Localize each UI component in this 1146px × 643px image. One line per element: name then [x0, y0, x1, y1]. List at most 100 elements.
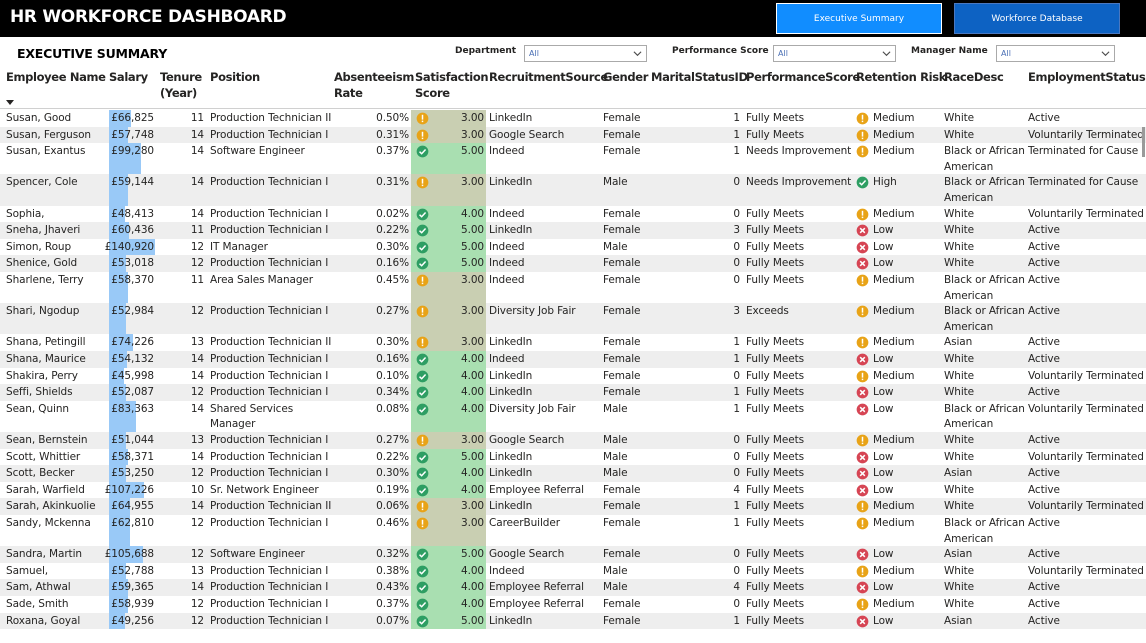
- section-title: EXECUTIVE SUMMARY: [17, 46, 168, 61]
- recruitment-source: LinkedIn: [489, 224, 533, 237]
- retention-risk: Medium: [873, 128, 915, 141]
- table-row[interactable]: Shana, Petingill £74,226 13 Production T…: [0, 334, 1146, 351]
- header-employment-status[interactable]: EmploymentStatus: [1028, 70, 1146, 86]
- recruitment-source: LinkedIn: [489, 386, 533, 399]
- table-row[interactable]: Seffi, Shields £52,087 12 Production Tec…: [0, 384, 1146, 401]
- header-satisfaction[interactable]: Satisfaction Score: [415, 70, 489, 101]
- performance-score: Fully Meets: [746, 500, 804, 513]
- marital-status-id: 1: [733, 500, 740, 513]
- employment-status: Terminated for Cause: [1028, 145, 1139, 158]
- header-performance-score[interactable]: PerformanceScore: [746, 70, 860, 86]
- performance-score: Fully Meets: [746, 517, 804, 529]
- table-row[interactable]: Scott, Becker £53,250 12 Production Tech…: [0, 465, 1146, 482]
- table-row[interactable]: Scott, Whittier £58,371 14 Production Te…: [0, 448, 1146, 466]
- performance-filter-value: All: [778, 49, 788, 58]
- employment-status: Active: [1028, 581, 1060, 594]
- chevron-down-icon: [633, 51, 642, 57]
- race: Black or African American: [944, 402, 1025, 431]
- header-salary[interactable]: Salary: [109, 70, 148, 86]
- salary: £51,044: [111, 434, 154, 446]
- header-employee-name[interactable]: Employee Name: [6, 70, 106, 86]
- table-row[interactable]: Shakira, Perry £45,998 14 Production Tec…: [0, 367, 1146, 385]
- employee-name: Spencer, Cole: [6, 176, 78, 189]
- vertical-scrollbar[interactable]: [1139, 110, 1146, 643]
- gender: Female: [603, 128, 641, 141]
- performance-filter-label: Performance Score: [672, 46, 769, 56]
- header-retention-risk[interactable]: Retention Risk: [856, 70, 946, 86]
- department-filter-dropdown[interactable]: All: [524, 45, 647, 62]
- executive-summary-button[interactable]: Executive Summary: [776, 3, 942, 34]
- recruitment-source: Google Search: [489, 434, 565, 446]
- header-position[interactable]: Position: [210, 70, 260, 86]
- tenure: 12: [190, 598, 204, 610]
- table-row[interactable]: Susan, Good £66,825 11 Production Techni…: [0, 110, 1146, 127]
- table-row[interactable]: Shari, Ngodup £52,984 12 Production Tech…: [0, 303, 1146, 335]
- header-tenure[interactable]: Tenure (Year): [160, 70, 202, 101]
- marital-status-id: 0: [733, 564, 740, 577]
- employment-status: Voluntarily Terminated: [1028, 207, 1144, 220]
- absenteeism-rate: 0.16%: [376, 257, 409, 270]
- header-recruitment-source[interactable]: RecruitmentSource: [489, 70, 608, 86]
- header-marital-status[interactable]: MaritalStatusID: [651, 70, 748, 86]
- table-row[interactable]: Susan, Exantus £99,280 14 Software Engin…: [0, 143, 1146, 175]
- gender: Female: [603, 500, 641, 513]
- table-row[interactable]: Sarah, Akinkuolie £64,955 14 Production …: [0, 498, 1146, 515]
- table-row[interactable]: Sean, Bernstein £51,044 13 Production Te…: [0, 432, 1146, 449]
- table-row[interactable]: Sharlene, Terry £58,370 11 Area Sales Ma…: [0, 272, 1146, 304]
- performance-score: Exceeds: [746, 305, 789, 318]
- header-absenteeism[interactable]: Absenteeism Rate: [334, 70, 414, 101]
- retention-risk: Low: [873, 548, 894, 561]
- marital-status-id: 4: [733, 581, 740, 594]
- race: Black or African American: [944, 176, 1025, 204]
- position: Production Technician I: [210, 614, 329, 627]
- retention-risk: Low: [873, 483, 894, 496]
- table-row[interactable]: Sarah, Warfield £107,226 10 Sr. Network …: [0, 481, 1146, 499]
- gender: Female: [603, 369, 641, 382]
- table-row[interactable]: Sade, Smith £58,939 12 Production Techni…: [0, 596, 1146, 613]
- performance-filter-dropdown[interactable]: All: [773, 45, 896, 62]
- sort-descending-icon[interactable]: [6, 100, 14, 105]
- table-row[interactable]: Sandra, Martin £105,688 12 Software Engi…: [0, 546, 1146, 563]
- race: White: [944, 434, 975, 446]
- table-row[interactable]: Simon, Roup £140,920 12 IT Manager 0.30%…: [0, 238, 1146, 256]
- satisfaction-score: 3.00: [461, 434, 484, 446]
- retention-risk: Medium: [873, 434, 915, 446]
- check-icon: [416, 258, 429, 270]
- gender: Female: [603, 386, 641, 399]
- table-row[interactable]: Sophia, Theamstern £48,413 14 Production…: [0, 205, 1146, 235]
- employee-name: Susan, Good: [6, 112, 72, 124]
- table-row[interactable]: Sam, Athwal £59,365 14 Production Techni…: [0, 579, 1146, 596]
- workforce-database-button[interactable]: Workforce Database: [954, 3, 1120, 34]
- check-icon: [416, 451, 429, 463]
- table-row[interactable]: Samuel, Maclennan £52,788 13 Production …: [0, 562, 1146, 592]
- employment-status: Active: [1028, 467, 1060, 480]
- table-row[interactable]: Sean, Quinn £83,363 14 Shared Services M…: [0, 400, 1146, 432]
- table-row[interactable]: Sandy, Mckenna £62,810 12 Production Tec…: [0, 515, 1146, 547]
- header-gender[interactable]: Gender: [603, 70, 648, 86]
- warning-icon: [856, 208, 869, 220]
- absenteeism-rate: 0.22%: [376, 224, 409, 237]
- retention-risk: Medium: [873, 598, 915, 610]
- header-race[interactable]: RaceDesc: [944, 70, 1004, 86]
- table-row[interactable]: Spencer, Cole £59,144 14 Production Tech…: [0, 174, 1146, 206]
- performance-score: Fully Meets: [746, 240, 804, 253]
- table-row[interactable]: Shenice, Gold £53,018 12 Production Tech…: [0, 255, 1146, 272]
- table-row[interactable]: Shana, Maurice £54,132 14 Production Tec…: [0, 351, 1146, 368]
- table-row[interactable]: Sneha, Jhaveri £60,436 11 Production Tec…: [0, 222, 1146, 239]
- employee-name: Shakira, Perry: [6, 369, 78, 382]
- marital-status-id: 0: [733, 274, 740, 286]
- check-icon: [416, 353, 429, 366]
- performance-score: Fully Meets: [746, 564, 804, 577]
- retention-risk: Low: [873, 224, 894, 237]
- performance-score: Fully Meets: [746, 450, 804, 463]
- scrollbar-thumb[interactable]: [1142, 127, 1145, 157]
- race: Black or African American: [944, 517, 1025, 545]
- marital-status-id: 3: [733, 224, 740, 237]
- retention-risk: Low: [873, 402, 894, 415]
- gender: Male: [603, 402, 628, 415]
- recruitment-source: Indeed: [489, 207, 525, 220]
- manager-filter-dropdown[interactable]: All: [996, 45, 1115, 62]
- table-row[interactable]: Roxana, Goyal £49,256 12 Production Tech…: [0, 612, 1146, 630]
- table-row[interactable]: Susan, Ferguson £57,748 14 Production Te…: [0, 126, 1146, 144]
- absenteeism-rate: 0.34%: [376, 386, 409, 399]
